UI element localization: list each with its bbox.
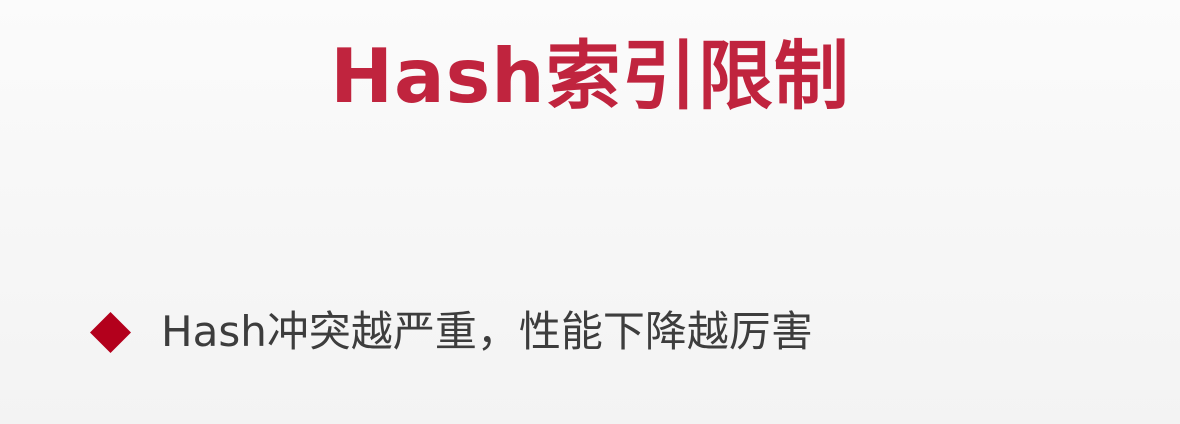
slide-title: Hash索引限制 xyxy=(330,32,850,120)
diamond-icon xyxy=(89,311,132,353)
slide: Hash索引限制 Hash冲突越严重，性能下降越厉害 xyxy=(0,0,1180,424)
bullet-text: Hash冲突越严重，性能下降越厉害 xyxy=(161,307,813,356)
bullet-item: Hash冲突越严重，性能下降越厉害 xyxy=(89,307,813,356)
